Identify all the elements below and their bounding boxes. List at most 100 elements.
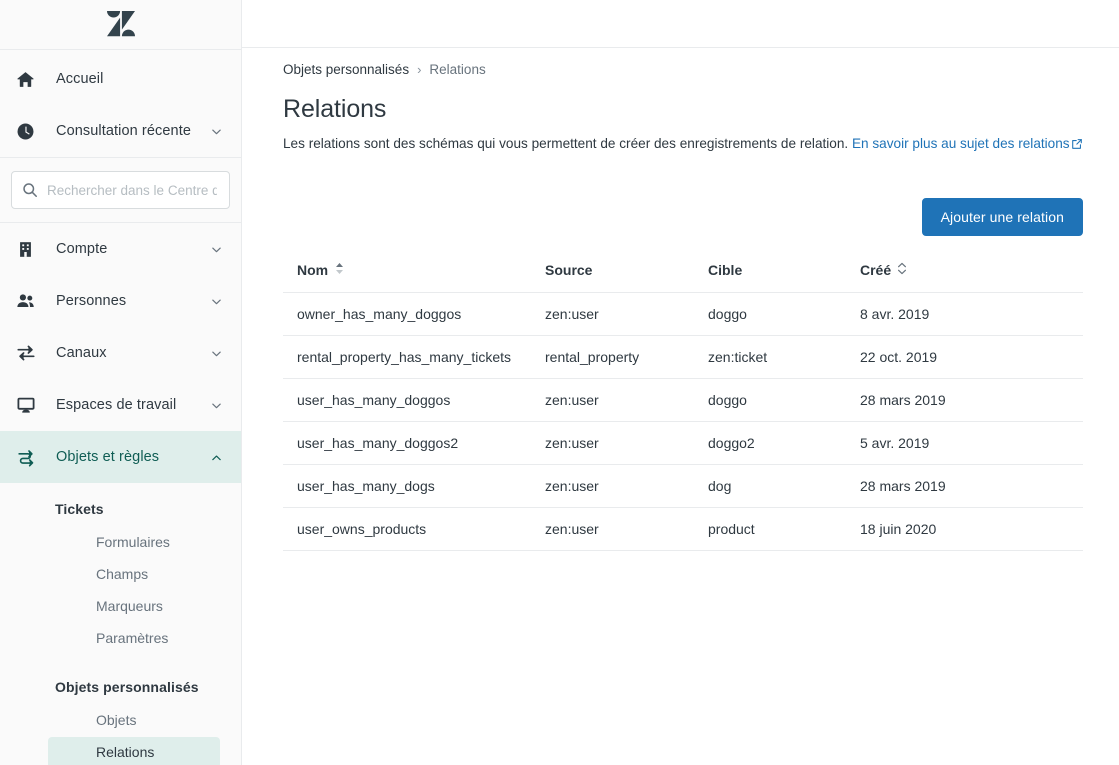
sidebar: Accueil Consultation récente Rechercher … [0,0,242,765]
sidebar-search-wrap [0,158,241,222]
sidebar-primary-nav: Accueil Consultation récente [0,50,241,157]
column-label: Créé [860,262,892,278]
sidebar-item-accueil[interactable]: Accueil [0,53,241,105]
column-header-source: Source [545,262,708,293]
cell-nom[interactable]: user_has_many_doggos [283,378,545,422]
cell-cible: zen:ticket [708,335,860,379]
column-header-nom[interactable]: Nom [283,262,545,293]
sidebar-item-consultation-recente[interactable]: Consultation récente [0,105,241,157]
column-label: Source [545,262,593,278]
chevron-down-icon[interactable] [209,347,223,360]
sidebar-item-label: Objets et règles [56,449,160,465]
building-icon [16,240,42,259]
cell-cree: 8 avr. 2019 [860,292,1083,336]
table-row[interactable]: rental_property_has_many_tickets rental_… [283,335,1083,379]
table-row[interactable]: owner_has_many_doggos zen:user doggo 8 a… [283,292,1083,336]
table-row[interactable]: user_has_many_doggos2 zen:user doggo2 5 … [283,421,1083,465]
external-link-icon[interactable] [1071,135,1083,156]
cell-cree: 18 juin 2020 [860,507,1083,551]
page-description-text: Les relations sont des schémas qui vous … [283,136,849,151]
sidebar-item-label: Canaux [56,345,107,361]
cell-cree: 28 mars 2019 [860,464,1083,508]
sidebar-subitem-parametres[interactable]: Paramètres [48,623,220,654]
sidebar-item-label: Compte [56,241,108,257]
sidebar-item-label: Consultation récente [56,123,191,139]
column-label: Nom [297,262,329,278]
breadcrumb-separator: › [417,62,422,77]
cell-cible: doggo2 [708,421,860,465]
people-icon [16,291,42,311]
subnav-group-title-tickets: Tickets [55,501,104,517]
sidebar-main-nav: Compte Personnes Canaux Espaces de trava… [0,223,241,483]
column-label: Cible [708,262,743,278]
chevron-down-icon[interactable] [209,125,223,138]
table-header-row: Nom Source Cible Créé [283,262,1083,293]
clock-icon [16,122,42,141]
chevron-up-icon[interactable] [209,451,223,464]
sidebar-item-label: Personnes [56,293,127,309]
home-icon [16,70,42,89]
main-inner: Objets personnalisés › Relations Relatio… [242,48,1119,551]
zendesk-logo-icon[interactable] [106,11,135,38]
cell-source: zen:user [545,378,708,422]
sidebar-item-label: Espaces de travail [56,397,177,413]
search-input[interactable] [38,181,219,199]
learn-more-link[interactable]: En savoir plus au sujet des relations [852,136,1070,151]
table-body: owner_has_many_doggos zen:user doggo 8 a… [283,292,1083,551]
sidebar-subitem-champs[interactable]: Champs [48,559,220,590]
cell-cible: product [708,507,860,551]
cell-source: zen:user [545,507,708,551]
sidebar-subitem-marqueurs[interactable]: Marqueurs [48,591,220,622]
objects-rules-icon [16,447,42,468]
monitor-icon [16,395,42,415]
sidebar-subitem-formulaires[interactable]: Formulaires [48,527,220,558]
cell-source: rental_property [545,335,708,379]
cell-nom[interactable]: owner_has_many_doggos [283,292,545,336]
cell-nom[interactable]: user_owns_products [283,507,545,551]
main-content: Objets personnalisés › Relations Relatio… [242,0,1119,765]
cell-cible: doggo [708,292,860,336]
chevron-down-icon[interactable] [209,399,223,412]
page-description: Les relations sont des schémas qui vous … [283,133,1083,156]
search-box[interactable] [11,171,230,209]
cell-source: zen:user [545,464,708,508]
subnav-group-title-objets-personnalises: Objets personnalisés [55,679,199,695]
chevron-down-icon[interactable] [209,295,223,308]
sort-inactive-icon[interactable] [897,262,907,278]
cell-source: zen:user [545,292,708,336]
sidebar-item-compte[interactable]: Compte [0,223,241,275]
search-icon [22,182,38,198]
cell-nom[interactable]: user_has_many_dogs [283,464,545,508]
sidebar-item-objets-et-regles[interactable]: Objets et règles [0,431,241,483]
sidebar-subitem-relations[interactable]: Relations [48,737,220,765]
cell-cree: 22 oct. 2019 [860,335,1083,379]
sidebar-item-label: Accueil [56,71,104,87]
chevron-down-icon[interactable] [209,243,223,256]
app-root: Accueil Consultation récente Rechercher … [0,0,1119,765]
table-row[interactable]: user_has_many_doggos zen:user doggo 28 m… [283,378,1083,422]
breadcrumb: Objets personnalisés › Relations [283,48,1083,77]
page-title: Relations [283,95,387,123]
sort-active-icon[interactable] [334,262,345,278]
table-head: Nom Source Cible Créé [283,262,1083,293]
cell-cible: doggo [708,378,860,422]
cell-nom[interactable]: user_has_many_doggos2 [283,421,545,465]
main-topbar [242,0,1119,48]
sidebar-item-personnes[interactable]: Personnes [0,275,241,327]
cell-nom[interactable]: rental_property_has_many_tickets [283,335,545,379]
action-bar: Ajouter une relation [283,198,1083,236]
table-row[interactable]: user_has_many_dogs zen:user dog 28 mars … [283,464,1083,508]
add-relation-button[interactable]: Ajouter une relation [921,198,1083,236]
breadcrumb-current: Relations [429,62,486,77]
column-header-cible: Cible [708,262,860,293]
sidebar-item-canaux[interactable]: Canaux [0,327,241,379]
sidebar-item-espaces-de-travail[interactable]: Espaces de travail [0,379,241,431]
table-row[interactable]: user_owns_products zen:user product 18 j… [283,507,1083,551]
sidebar-subitem-objets[interactable]: Objets [48,705,220,736]
logo-block [0,0,241,49]
cell-cible: dog [708,464,860,508]
cell-cree: 5 avr. 2019 [860,421,1083,465]
breadcrumb-objets-personnalises[interactable]: Objets personnalisés [283,62,409,77]
cell-source: zen:user [545,421,708,465]
column-header-cree[interactable]: Créé [860,262,1083,293]
